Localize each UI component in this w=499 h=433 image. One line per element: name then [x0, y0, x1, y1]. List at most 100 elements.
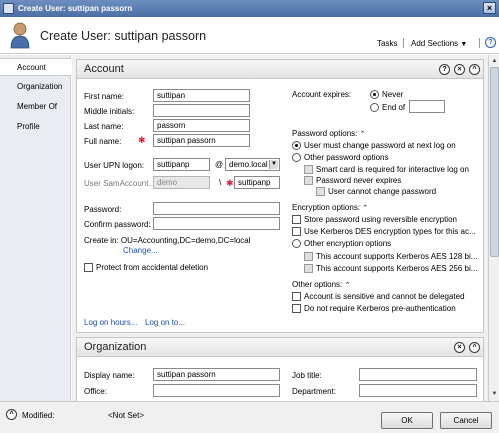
account-expires-label: Account expires: [292, 90, 352, 99]
middle-initials-field[interactable] [153, 104, 250, 117]
add-sections-menu[interactable]: Add Sections ▼ [411, 39, 467, 48]
aes256-label: This account supports Kerberos AES 256 b… [316, 264, 478, 273]
backslash: \ [219, 178, 222, 187]
user-icon [10, 22, 30, 49]
nav-item-profile[interactable]: Profile [0, 118, 71, 136]
expiry-date-field[interactable] [409, 100, 445, 113]
department-label: Department: [292, 387, 337, 396]
collapse-icon[interactable]: ^ [469, 342, 480, 353]
help-icon[interactable]: ? [485, 37, 496, 48]
last-name-field[interactable]: passorn [153, 119, 250, 132]
account-section: Account ? × ^ First name: suttipan Middl… [76, 59, 484, 333]
department-field[interactable] [359, 384, 477, 397]
display-name-field[interactable]: suttipan passorn [153, 368, 280, 381]
change-location-link[interactable]: Change... [123, 246, 158, 255]
close-section-icon[interactable]: × [454, 342, 465, 353]
scroll-up-icon[interactable]: ▲ [490, 56, 499, 66]
expires-never-radio[interactable] [370, 90, 379, 99]
log-on-hours-link[interactable]: Log on hours... [84, 318, 137, 327]
scroll-down-icon[interactable]: ▼ [490, 389, 499, 399]
upn-domain-select[interactable]: demo.local ▼ [225, 158, 280, 171]
upn-logon-field[interactable]: suttipanp [153, 158, 210, 171]
first-name-label: First name: [84, 92, 125, 101]
nav-item-account[interactable]: Account [0, 58, 71, 76]
scroll-thumb[interactable] [490, 67, 499, 257]
must-change-radio[interactable] [292, 141, 301, 150]
upn-domain-value: demo.local [229, 160, 268, 169]
organization-section-header: Organization × ^ [77, 338, 483, 357]
account-section-header: Account ? × ^ [77, 60, 483, 79]
collapse-icon[interactable]: ⌃ [344, 282, 350, 289]
ok-button[interactable]: OK [381, 412, 433, 429]
encryption-options-text: Encryption options: [292, 203, 361, 212]
full-name-field[interactable]: suttipan passorn [153, 134, 250, 147]
expires-end-of-label: End of [382, 103, 406, 112]
collapse-icon[interactable]: ⌃ [360, 131, 366, 138]
cannot-change-checkbox[interactable] [316, 187, 325, 196]
job-title-label: Job title: [292, 371, 322, 380]
tasks-menu[interactable]: Tasks [377, 39, 397, 48]
expires-never-label: Never [382, 90, 404, 99]
other-password-options-radio[interactable] [292, 153, 301, 162]
header-divider [479, 38, 480, 48]
sam-account-field[interactable]: suttipanp [234, 176, 280, 189]
aes128-label: This account supports Kerberos AES 128 b… [316, 252, 478, 261]
kerberos-des-checkbox[interactable] [292, 227, 301, 236]
window-titlebar: Create User: suttipan passorn × [0, 0, 499, 17]
aes128-checkbox[interactable] [304, 252, 313, 261]
office-field[interactable] [153, 384, 280, 397]
protect-deletion-label: Protect from accidental deletion [96, 263, 209, 272]
help-icon[interactable]: ? [439, 64, 450, 75]
job-title-field[interactable] [359, 368, 477, 381]
no-preauth-checkbox[interactable] [292, 304, 301, 313]
full-name-label: Full name: [84, 137, 122, 146]
protect-deletion-checkbox[interactable] [84, 263, 93, 272]
content-scrollbar[interactable]: ▲ ▼ [488, 55, 499, 401]
page-header: Create User: suttipan passorn Tasks Add … [0, 17, 499, 54]
section-title: Account [84, 63, 124, 75]
password-field[interactable] [153, 202, 280, 215]
other-encryption-radio[interactable] [292, 239, 301, 248]
required-icon: ✱ [138, 135, 146, 145]
collapse-icon[interactable]: ^ [469, 64, 480, 75]
other-options-label: Other options: ⌃ [292, 280, 350, 289]
cancel-button[interactable]: Cancel [440, 412, 492, 429]
password-options-text: Password options: [292, 129, 358, 138]
office-label: Office: [84, 387, 107, 396]
modified-value: <Not Set> [108, 411, 145, 420]
close-section-icon[interactable]: × [454, 64, 465, 75]
required-icon: ✱ [226, 178, 234, 188]
log-on-to-link[interactable]: Log on to... [145, 318, 185, 327]
dialog-footer: ^ Modified: <Not Set> OK Cancel [0, 401, 499, 433]
at-sign: @ [215, 160, 224, 169]
cannot-change-label: User cannot change password [328, 187, 437, 196]
never-expires-checkbox[interactable] [304, 176, 313, 185]
chevron-down-icon: ▼ [269, 160, 278, 169]
aes256-checkbox[interactable] [304, 264, 313, 273]
never-expires-label: Password never expires [316, 176, 402, 185]
nav-item-organization[interactable]: Organization [0, 78, 71, 96]
other-options-text: Other options: [292, 280, 343, 289]
reversible-encryption-checkbox[interactable] [292, 215, 301, 224]
create-in-path: Create in: OU=Accounting,DC=demo,DC=loca… [84, 236, 251, 245]
sensitive-account-label: Account is sensitive and cannot be deleg… [304, 292, 465, 301]
first-name-field[interactable]: suttipan [153, 89, 250, 102]
upn-logon-label: User UPN logon: [84, 161, 145, 170]
expand-icon[interactable]: ^ [6, 409, 17, 420]
display-name-label: Display name: [84, 371, 135, 380]
password-options-label: Password options: ⌃ [292, 129, 365, 138]
modified-label: Modified: [22, 411, 55, 420]
sensitive-account-checkbox[interactable] [292, 292, 301, 301]
page-title: Create User: suttipan passorn [40, 29, 207, 43]
confirm-password-field[interactable] [153, 217, 280, 230]
nav-item-member-of[interactable]: Member Of [0, 98, 71, 116]
password-label: Password: [84, 205, 122, 214]
smart-card-checkbox[interactable] [304, 165, 313, 174]
close-window-button[interactable]: × [483, 2, 496, 14]
other-password-options-label: Other password options [304, 153, 389, 162]
no-preauth-label: Do not require Kerberos pre-authenticati… [304, 304, 456, 313]
expires-end-of-radio[interactable] [370, 103, 379, 112]
collapse-icon[interactable]: ⌃ [362, 205, 368, 212]
header-divider [403, 38, 404, 48]
last-name-label: Last name: [84, 122, 124, 131]
